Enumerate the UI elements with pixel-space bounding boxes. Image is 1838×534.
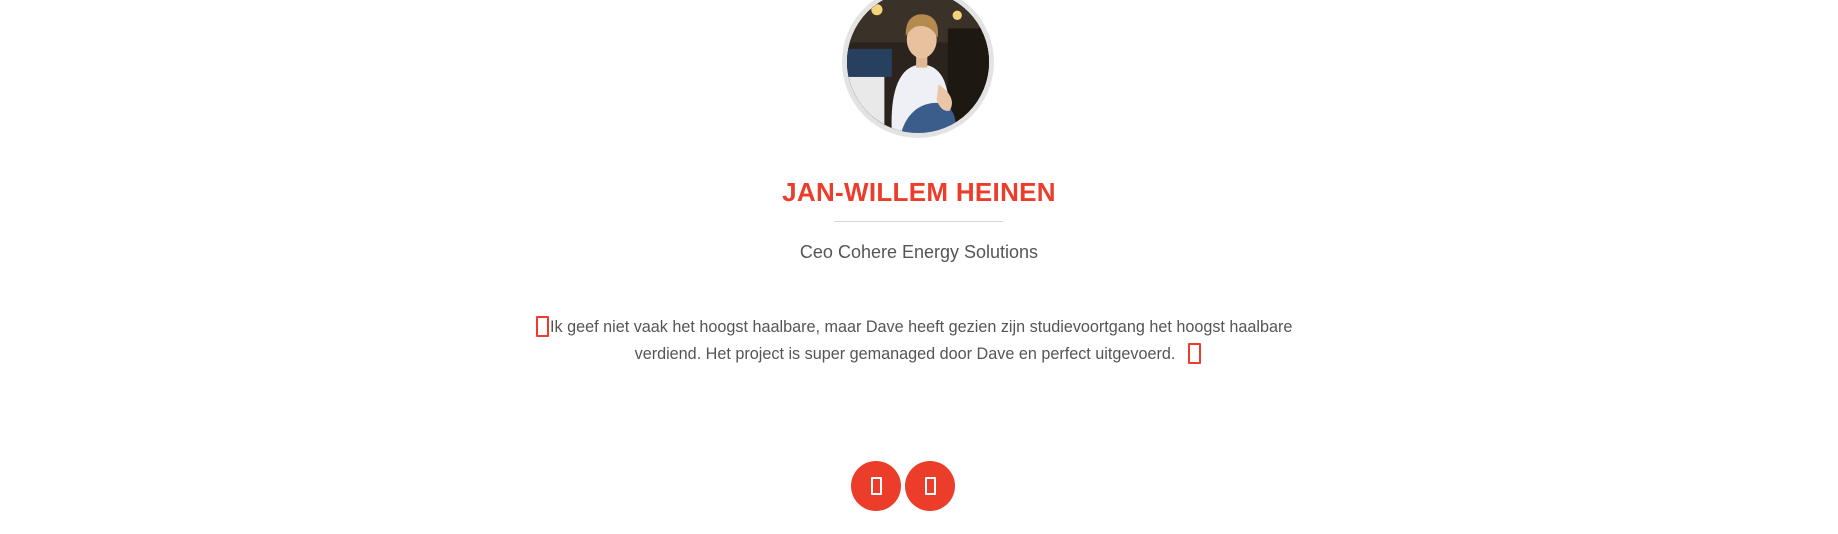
chevron-right-icon [925,477,936,495]
quote-line-2: verdiend. Het project is super gemanaged… [634,345,1176,363]
avatar-photo [847,0,989,133]
name-divider [834,221,1003,222]
quote-line-1: Ik geef niet vaak het hoogst haalbare, m… [550,318,1293,336]
carousel-prev-button[interactable] [851,461,901,511]
testimonial-section: JAN-WILLEM HEINEN Ceo Cohere Energy Solu… [0,0,1838,534]
person-name: JAN-WILLEM HEINEN [782,177,1056,207]
testimonial-quote: Ik geef niet vaak het hoogst haalbare, m… [550,314,1293,368]
quote-open-icon [536,316,549,337]
quote-close-icon [1188,343,1201,364]
person-role: Ceo Cohere Energy Solutions [799,242,1039,262]
carousel-next-button[interactable] [905,461,955,511]
avatar [842,0,994,138]
chevron-left-icon [871,477,882,495]
